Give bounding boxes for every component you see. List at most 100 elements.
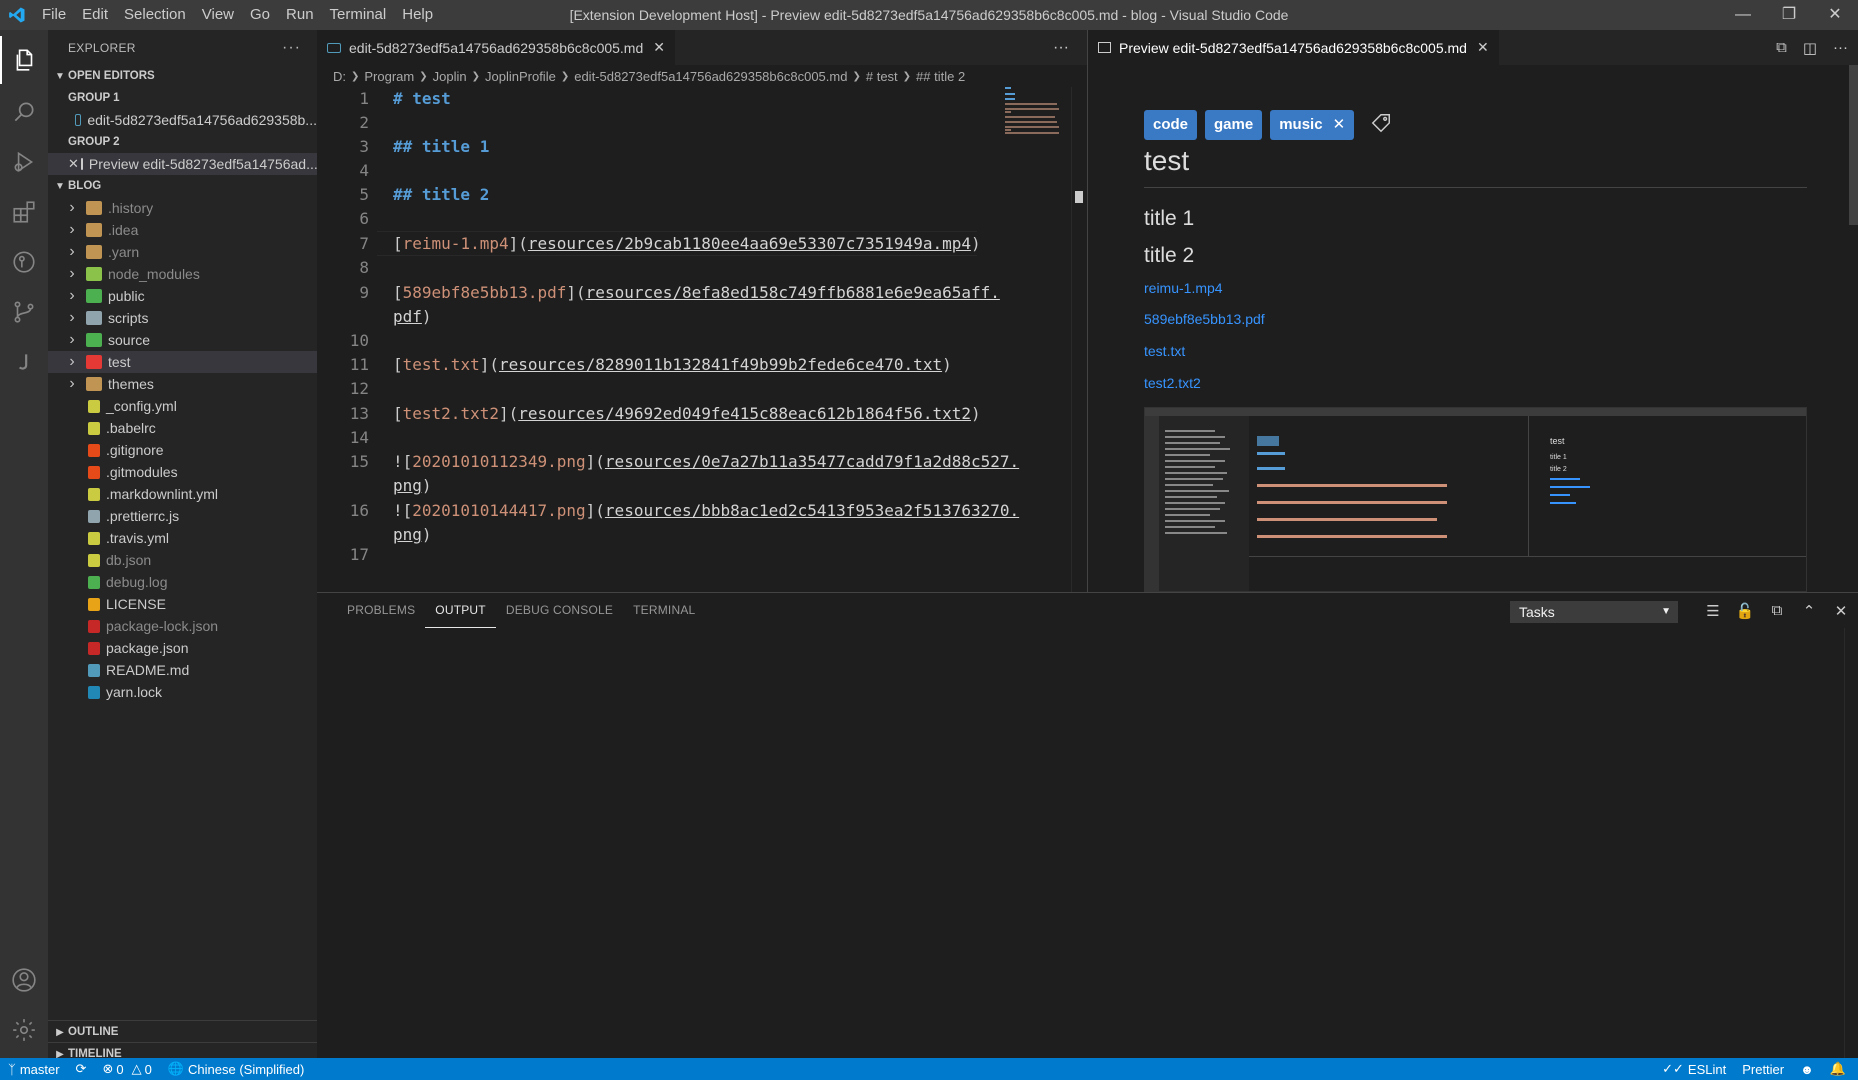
settings-gear-icon[interactable] [0,1006,48,1054]
preview-link[interactable]: test2.txt2 [1144,375,1201,391]
code-line[interactable]: 16 ![20201010144417.png](resources/bbb8ac… [317,499,1087,523]
tree-item[interactable]: › node_modules [48,263,317,285]
blog-folder-section[interactable]: ▼ BLOG [48,175,317,197]
close-icon[interactable]: ✕ [1477,39,1489,56]
split-editor-icon[interactable]: ◫ [1803,39,1817,57]
tree-item[interactable]: package.json [48,637,317,659]
menu-go[interactable]: Go [242,0,278,30]
branch-status[interactable]: ᛉ master [0,1062,68,1077]
panel-scrollbar[interactable] [1844,628,1858,1059]
minimize-button[interactable]: — [1720,0,1766,30]
explorer-icon[interactable] [0,36,48,84]
menu-terminal[interactable]: Terminal [322,0,395,30]
code-line[interactable]: 5 ## title 2 [317,183,1087,207]
code-line[interactable]: 10 [317,329,1087,353]
preview-link[interactable]: 589ebf8e5bb13.pdf [1144,311,1265,327]
restore-button[interactable]: ❐ [1766,0,1812,30]
tree-item[interactable]: db.json [48,549,317,571]
tree-item[interactable]: README.md [48,659,317,681]
open-editor-item-edit[interactable]: edit-5d8273edf5a14756ad629358b... [48,109,317,131]
tree-item[interactable]: .gitignore [48,439,317,461]
tree-item[interactable]: › .yarn [48,241,317,263]
open-log-icon[interactable]: ⧉ [1761,602,1793,619]
clear-output-icon[interactable]: ☰ [1697,602,1729,620]
tree-item[interactable]: yarn.lock [48,681,317,703]
tree-item[interactable]: .markdownlint.yml [48,483,317,505]
tree-item[interactable]: › source [48,329,317,351]
tab-markdown-file[interactable]: edit-5d8273edf5a14756ad629358b6c8c005.md… [317,30,675,65]
tree-item[interactable]: › public [48,285,317,307]
code-editor[interactable]: 1 # test 2 3 ## title 1 4 5 ## title 2 6 7 [reimu-… [317,87,1087,592]
close-icon[interactable]: ✕ [653,39,665,56]
output-channel-select[interactable]: Tasks ▼ [1510,601,1678,623]
tree-item[interactable]: .prettierrc.js [48,505,317,527]
panel-tab-terminal[interactable]: TERMINAL [623,593,705,628]
tree-item[interactable]: .travis.yml [48,527,317,549]
code-line[interactable]: 12 [317,377,1087,401]
run-debug-icon[interactable] [0,138,48,186]
feedback-icon[interactable]: ☻ [1792,1062,1822,1077]
preview-link[interactable]: test.txt [1144,343,1185,359]
tag-chip[interactable]: music ✕ [1270,110,1355,140]
open-editors-section[interactable]: ▼ OPEN EDITORS [48,65,317,87]
panel-tab-problems[interactable]: PROBLEMS [337,593,425,628]
code-line[interactable]: 6 [317,207,1087,231]
tree-item[interactable]: › .idea [48,219,317,241]
breadcrumb-item[interactable]: JoplinProfile [485,69,556,84]
tab-preview[interactable]: Preview edit-5d8273edf5a14756ad629358b6c… [1088,30,1499,65]
tree-item[interactable]: debug.log [48,571,317,593]
code-line[interactable]: 2 [317,111,1087,135]
tag-chip[interactable]: code [1144,110,1198,140]
preview-link[interactable]: reimu-1.mp4 [1144,280,1223,296]
editor-scrollbar[interactable] [1071,87,1085,592]
menu-view[interactable]: View [194,0,242,30]
tree-item[interactable]: package-lock.json [48,615,317,637]
menu-file[interactable]: File [34,0,74,30]
more-actions-icon[interactable]: ··· [282,39,301,57]
accounts-icon[interactable] [0,956,48,1004]
breadcrumb-item[interactable]: Program [364,69,414,84]
add-tag-icon[interactable] [1370,112,1392,138]
code-line[interactable]: 9 [589ebf8e5bb13.pdf](resources/8efa8ed15… [317,281,1087,305]
close-window-button[interactable]: ✕ [1812,0,1858,30]
open-editor-item-preview[interactable]: ✕ Preview edit-5d8273edf5a14756ad... [48,153,317,175]
code-line[interactable]: 4 [317,159,1087,183]
menu-help[interactable]: Help [394,0,441,30]
menu-edit[interactable]: Edit [74,0,116,30]
panel-tab-debug-console[interactable]: DEBUG CONSOLE [496,593,623,628]
close-panel-icon[interactable]: ✕ [1825,602,1857,620]
extensions-icon[interactable] [0,188,48,236]
tree-item[interactable]: › test [48,351,317,373]
search-icon[interactable] [0,88,48,136]
tree-item[interactable]: .gitmodules [48,461,317,483]
code-line[interactable]: 13 [test2.txt2](resources/49692ed049fe415… [317,402,1087,426]
joplin-icon[interactable] [0,338,48,386]
sync-icon[interactable]: ⟳ [68,1061,95,1077]
tree-item[interactable]: › scripts [48,307,317,329]
minimap[interactable] [1005,87,1073,157]
open-source-icon[interactable]: ⧉ [1776,39,1787,56]
code-line[interactable]: png) [317,474,1087,498]
tree-item[interactable]: LICENSE [48,593,317,615]
tree-item[interactable]: .babelrc [48,417,317,439]
language-status[interactable]: 🌐 Chinese (Simplified) [160,1061,313,1077]
tree-item[interactable]: › themes [48,373,317,395]
remove-tag-icon[interactable]: ✕ [1333,110,1346,140]
breadcrumb-item[interactable]: Joplin [433,69,467,84]
tree-item[interactable]: _config.yml [48,395,317,417]
code-line[interactable]: 15 ![20201010112349.png](resources/0e7a27… [317,450,1087,474]
lock-scroll-icon[interactable]: 🔓 [1729,602,1761,620]
tag-chip[interactable]: game [1205,110,1263,140]
menu-run[interactable]: Run [278,0,322,30]
notifications-bell-icon[interactable]: 🔔 [1822,1061,1854,1077]
outline-section[interactable]: ▶ OUTLINE [48,1020,317,1043]
more-actions-icon[interactable]: ··· [1833,39,1848,56]
preview-scrollbar[interactable] [1849,65,1858,225]
more-actions-icon[interactable]: ··· [1053,30,1069,65]
eslint-status[interactable]: ✓✓ ESLint [1654,1061,1734,1077]
code-line[interactable]: 11 [test.txt](resources/8289011b132841f49… [317,353,1087,377]
panel-tab-output[interactable]: OUTPUT [425,593,496,628]
menu-selection[interactable]: Selection [116,0,194,30]
code-line[interactable]: 3 ## title 1 [317,135,1087,159]
code-line[interactable]: pdf) [317,305,1087,329]
